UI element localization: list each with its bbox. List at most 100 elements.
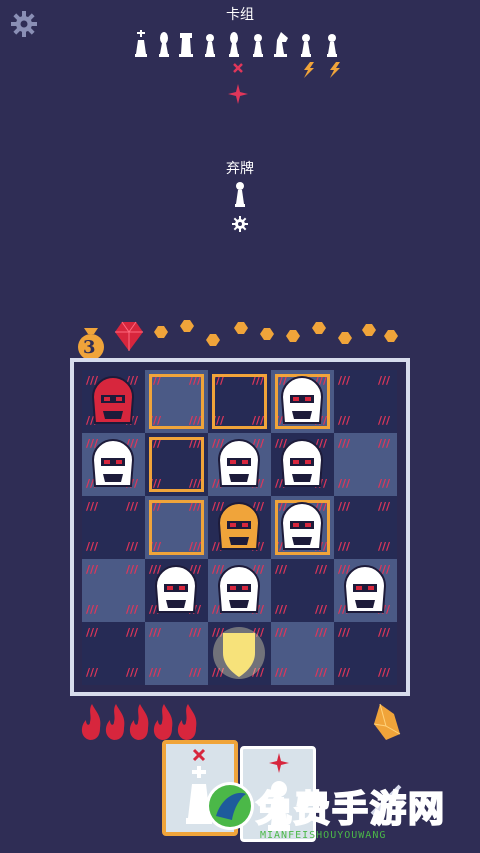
claw-mark-icon: /// (378, 414, 391, 427)
coin-icon (154, 326, 168, 338)
armored-knight-enemy[interactable] (148, 562, 204, 618)
furry-beast-enemy[interactable] (274, 499, 330, 555)
deck-title: 卡组 (226, 7, 254, 23)
claw-mark-icon: /// (126, 563, 139, 576)
deck-cross-badge-icon (233, 63, 243, 73)
claw-mark-icon: /// (275, 626, 288, 639)
claw-mark-icon: /// (338, 626, 351, 639)
board-cell[interactable]: /// /// /// /// (334, 433, 397, 496)
deck-lightning-badge-icon (304, 62, 314, 78)
claw-mark-icon: /// (86, 666, 99, 679)
visored-knight-enemy[interactable] (211, 562, 267, 618)
deck-pawn-icon (205, 34, 215, 57)
settings-gear-icon[interactable] (10, 10, 38, 38)
selected-cell-outline (212, 374, 267, 429)
selected-cell-outline (149, 374, 204, 429)
claw-mark-icon: /// (338, 437, 351, 450)
board-cell[interactable]: /// /// /// /// (271, 559, 334, 622)
board-cell[interactable]: /// /// /// /// (271, 622, 334, 685)
yeti-enemy[interactable] (337, 562, 393, 618)
coin-icon (234, 322, 248, 334)
game-board: ////////////////////////////////////////… (70, 358, 410, 696)
claw-mark-icon: /// (86, 626, 99, 639)
coin-icon (206, 334, 220, 346)
deck-star-badge-icon (228, 84, 248, 104)
board-cell[interactable]: /// /// /// /// (334, 622, 397, 685)
claw-mark-icon: /// (275, 666, 288, 679)
deck-pieces[interactable] (132, 28, 352, 104)
deck-pawn-icon (301, 34, 311, 57)
board-cell[interactable]: /// /// /// /// (334, 370, 397, 433)
deck-bishop-icon (229, 32, 239, 57)
shield-player[interactable] (211, 625, 267, 681)
claw-mark-icon: /// (315, 563, 328, 576)
watermark-logo-icon (204, 780, 256, 832)
discard-pile[interactable] (228, 180, 252, 234)
watermark: 免费手游网 MIANFEISHOUYOUWANG (200, 774, 480, 853)
claw-mark-icon: /// (338, 540, 351, 553)
claw-mark-icon: /// (126, 666, 139, 679)
coin-row (148, 318, 408, 354)
deck-rook-icon (179, 33, 193, 57)
deck-king-icon (135, 30, 147, 57)
card-cross-badge-icon (192, 748, 206, 762)
claw-mark-icon: /// (189, 626, 202, 639)
discard-title: 弃牌 (226, 161, 254, 177)
coin-bag-icon: 3 (72, 322, 110, 360)
claw-mark-icon: /// (378, 540, 391, 553)
claw-mark-icon: /// (378, 437, 391, 450)
coin-icon (286, 330, 300, 342)
deck-bishop-icon (159, 32, 169, 57)
claw-mark-icon: /// (338, 477, 351, 490)
coin-icon (260, 328, 274, 340)
flame-icon (129, 704, 149, 740)
orange-crystal-icon[interactable] (372, 702, 402, 742)
claw-mark-icon: /// (338, 500, 351, 513)
card-star-badge-icon (269, 753, 289, 773)
claw-mark-icon: /// (315, 603, 328, 616)
flame-icon (81, 704, 101, 740)
board-cell[interactable]: /// /// /// /// (82, 622, 145, 685)
claw-mark-icon: /// (86, 563, 99, 576)
board-cell[interactable]: /// /// /// /// (145, 622, 208, 685)
goblin-enemy[interactable] (85, 436, 141, 492)
red-helmet-enemy[interactable] (85, 373, 141, 429)
claw-mark-icon: /// (126, 500, 139, 513)
coin-icon (338, 332, 352, 344)
horned-knight-enemy[interactable] (211, 436, 267, 492)
board-cell[interactable]: /// /// /// /// (82, 496, 145, 559)
board-cell[interactable]: /// /// /// /// (82, 559, 145, 622)
claw-mark-icon: /// (378, 666, 391, 679)
masked-knight-enemy[interactable] (274, 373, 330, 429)
claw-mark-icon: /// (189, 666, 202, 679)
flames-row (78, 700, 202, 742)
claw-mark-icon: /// (315, 626, 328, 639)
claw-mark-icon: /// (378, 374, 391, 387)
selected-cell-outline (149, 437, 204, 492)
boar-mask-enemy[interactable] (274, 436, 330, 492)
coin-icon (362, 324, 376, 336)
watermark-subtitle: MIANFEISHOUYOUWANG (260, 830, 387, 841)
claw-mark-icon: /// (149, 666, 162, 679)
claw-mark-icon: /// (86, 603, 99, 616)
claw-mark-icon: /// (126, 603, 139, 616)
bag-count: 3 (83, 337, 96, 358)
claw-mark-icon: /// (126, 626, 139, 639)
deck-lightning-badge-icon (330, 62, 340, 78)
claw-mark-icon: /// (275, 603, 288, 616)
claw-mark-icon: /// (378, 626, 391, 639)
golden-demon-enemy[interactable] (211, 499, 267, 555)
deck-pawn-icon (327, 34, 337, 57)
flame-icon (105, 704, 125, 740)
board-cell[interactable]: /// /// /// /// (334, 496, 397, 559)
coin-icon (180, 320, 194, 332)
deck-pawn-icon (253, 34, 263, 57)
watermark-title: 免费手游网 (255, 788, 447, 831)
board-grid: ////////////////////////////////////////… (82, 370, 398, 685)
deck-knight-icon (274, 32, 288, 57)
coin-icon (384, 330, 398, 342)
claw-mark-icon: /// (315, 666, 328, 679)
claw-mark-icon: /// (149, 626, 162, 639)
claw-mark-icon: /// (86, 500, 99, 513)
claw-mark-icon: /// (86, 540, 99, 553)
